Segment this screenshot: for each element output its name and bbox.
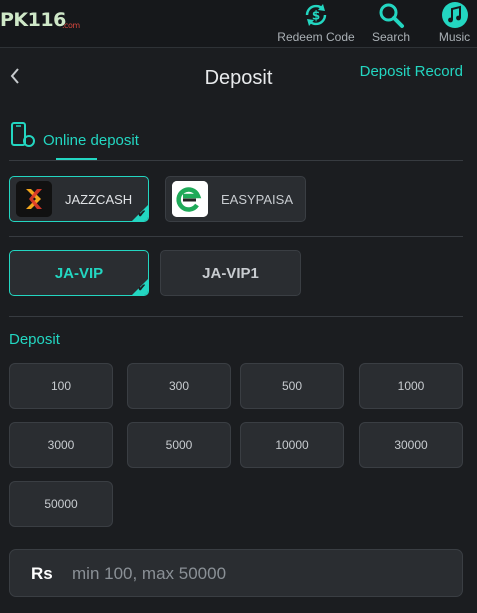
amount-option[interactable]: 100 [9, 363, 113, 409]
search-label: Search [371, 30, 411, 44]
music-button[interactable]: Music [432, 0, 477, 44]
top-bar: PK116 .com $ Redeem Code Search Music [0, 0, 477, 48]
easypaisa-logo [172, 181, 208, 217]
jazzcash-logo [16, 181, 52, 217]
checkmark-icon: ✔ [137, 209, 146, 220]
amount-option[interactable]: 500 [240, 363, 344, 409]
divider [9, 316, 463, 317]
method-easypaisa[interactable]: EASYPAISA [165, 176, 306, 222]
amount-option[interactable]: 1000 [359, 363, 463, 409]
amount-option[interactable]: 5000 [127, 422, 231, 468]
checkmark-icon: ✔ [137, 283, 146, 294]
svg-text:$: $ [312, 9, 320, 23]
deposit-section-title: Deposit [9, 331, 60, 348]
amount-option[interactable]: 3000 [9, 422, 113, 468]
amount-input-box: Rs [9, 549, 463, 597]
redeem-code-label: Redeem Code [277, 30, 355, 44]
divider [9, 160, 463, 161]
method-jazzcash[interactable]: JAZZCASH ✔ [9, 176, 149, 222]
tab-online-deposit-label: Online deposit [43, 132, 139, 149]
search-button[interactable]: Search [366, 0, 416, 44]
channel-ja-vip1[interactable]: JA-VIP1 [160, 250, 301, 296]
redeem-code-button[interactable]: $ Redeem Code [276, 0, 356, 44]
channel-ja-vip[interactable]: JA-VIP ✔ [9, 250, 149, 296]
method-easypaisa-label: EASYPAISA [221, 192, 294, 207]
divider [9, 236, 463, 237]
page-header: Deposit Deposit Record [0, 48, 477, 104]
channel-ja-vip1-label: JA-VIP1 [202, 265, 259, 282]
currency-label: Rs [31, 564, 53, 583]
music-note-icon [440, 0, 470, 30]
method-jazzcash-label: JAZZCASH [65, 192, 133, 207]
amount-option[interactable]: 50000 [9, 481, 113, 527]
music-label: Music [438, 30, 471, 44]
brand-logo-text: PK116 [0, 9, 66, 31]
deposit-record-link[interactable]: Deposit Record [360, 63, 463, 80]
channel-ja-vip-label: JA-VIP [54, 265, 104, 282]
amount-option[interactable]: 300 [127, 363, 231, 409]
brand-logo[interactable]: PK116 .com [0, 9, 80, 31]
brand-logo-suffix: .com [62, 21, 80, 30]
dollar-refresh-icon: $ [301, 0, 331, 30]
search-icon [376, 0, 406, 30]
phone-deposit-icon [11, 122, 35, 147]
amount-option[interactable]: 10000 [240, 422, 344, 468]
amount-input[interactable] [72, 560, 442, 588]
amount-option[interactable]: 30000 [359, 422, 463, 468]
